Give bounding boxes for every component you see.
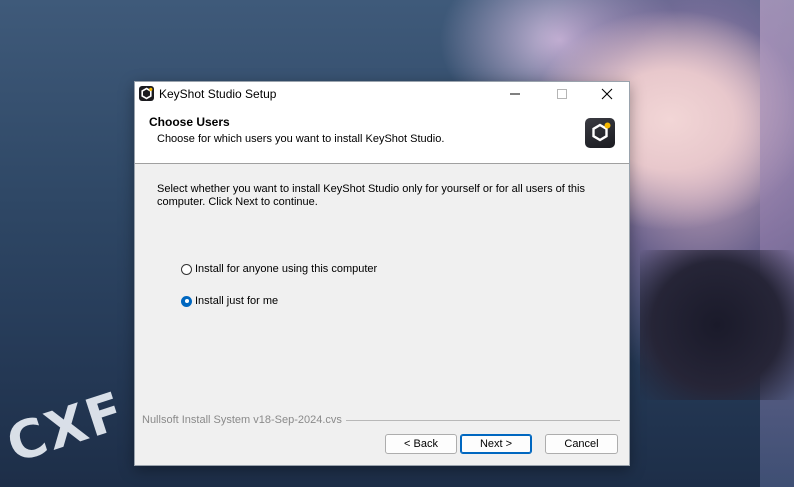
- background-watermark: CXF: [0, 380, 133, 476]
- option-label: Install just for me: [195, 295, 279, 307]
- option-install-all-users[interactable]: Install for anyone using this computer: [181, 263, 377, 275]
- maximize-button[interactable]: [540, 82, 584, 106]
- background-image-collar: [640, 250, 794, 400]
- background-image-hair: [760, 0, 794, 487]
- page-title: Choose Users: [149, 115, 230, 129]
- window-title: KeyShot Studio Setup: [159, 87, 277, 101]
- option-install-current-user[interactable]: Install just for me: [181, 295, 278, 307]
- close-button[interactable]: [585, 82, 629, 106]
- branding-text: Nullsoft Install System v18-Sep-2024.cvs: [142, 414, 342, 426]
- title-bar[interactable]: KeyShot Studio Setup: [135, 82, 629, 106]
- next-button[interactable]: Next >: [460, 434, 532, 454]
- keyshot-app-icon: [139, 86, 154, 101]
- cancel-button[interactable]: Cancel: [545, 434, 618, 454]
- minimize-button[interactable]: [493, 82, 537, 106]
- close-icon: [601, 88, 613, 100]
- radio-button-selected[interactable]: [181, 295, 192, 307]
- back-button[interactable]: < Back: [385, 434, 457, 454]
- setup-dialog: KeyShot Studio Setup Choose Users Choose…: [134, 81, 630, 466]
- option-label: Install for anyone using this computer: [195, 263, 378, 275]
- branding-line: Nullsoft Install System v18-Sep-2024.cvs: [142, 414, 620, 426]
- maximize-icon: [557, 89, 567, 99]
- wizard-header: Choose Users Choose for which users you …: [135, 106, 629, 164]
- radio-button[interactable]: [181, 263, 192, 275]
- minimize-icon: [510, 93, 520, 95]
- keyshot-logo-icon: [585, 118, 615, 148]
- instructions-text: Select whether you want to install KeySh…: [157, 183, 585, 208]
- branding-divider: [345, 419, 620, 421]
- page-subtitle: Choose for which users you want to insta…: [157, 133, 445, 145]
